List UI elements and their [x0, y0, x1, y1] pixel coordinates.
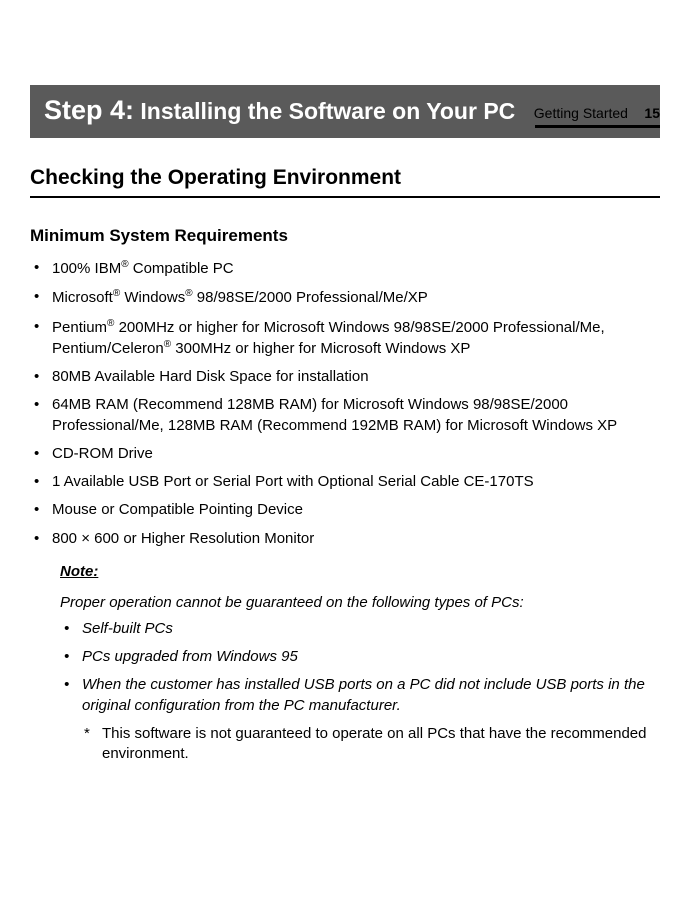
asterisk-note: This software is not guaranteed to opera… — [82, 724, 660, 765]
list-item: CD-ROM Drive — [30, 444, 660, 464]
section-underline — [30, 196, 660, 198]
section-title: Checking the Operating Environment — [30, 166, 660, 190]
list-item: Mouse or Compatible Pointing Device — [30, 500, 660, 520]
note-list: Self-built PCs PCs upgraded from Windows… — [60, 619, 660, 716]
header-underline — [535, 125, 660, 128]
list-item: When the customer has installed USB port… — [60, 675, 660, 716]
step-title: Installing the Software on Your PC — [134, 98, 515, 124]
requirements-list: 100% IBM® Compatible PC Microsoft® Windo… — [30, 258, 660, 549]
subsection-title: Minimum System Requirements — [30, 226, 660, 246]
note-block: Note: Proper operation cannot be guarant… — [60, 563, 660, 765]
list-item: 1 Available USB Port or Serial Port with… — [30, 472, 660, 492]
list-item: 100% IBM® Compatible PC — [30, 258, 660, 279]
note-intro: Proper operation cannot be guaranteed on… — [60, 594, 660, 611]
list-item: Self-built PCs — [60, 619, 660, 639]
note-label: Note: — [60, 563, 660, 580]
list-item: Pentium® 200MHz or higher for Microsoft … — [30, 317, 660, 360]
list-item: 80MB Available Hard Disk Space for insta… — [30, 367, 660, 387]
list-item: 64MB RAM (Recommend 128MB RAM) for Micro… — [30, 395, 660, 436]
list-item: Microsoft® Windows® 98/98SE/2000 Profess… — [30, 287, 660, 308]
page-number: 15 — [644, 105, 660, 121]
step-prefix: Step 4: — [44, 95, 134, 125]
list-item: 800 × 600 or Higher Resolution Monitor — [30, 529, 660, 549]
header-section-label: Getting Started — [534, 105, 628, 121]
page-header: Getting Started 15 — [534, 105, 660, 128]
list-item: PCs upgraded from Windows 95 — [60, 647, 660, 667]
